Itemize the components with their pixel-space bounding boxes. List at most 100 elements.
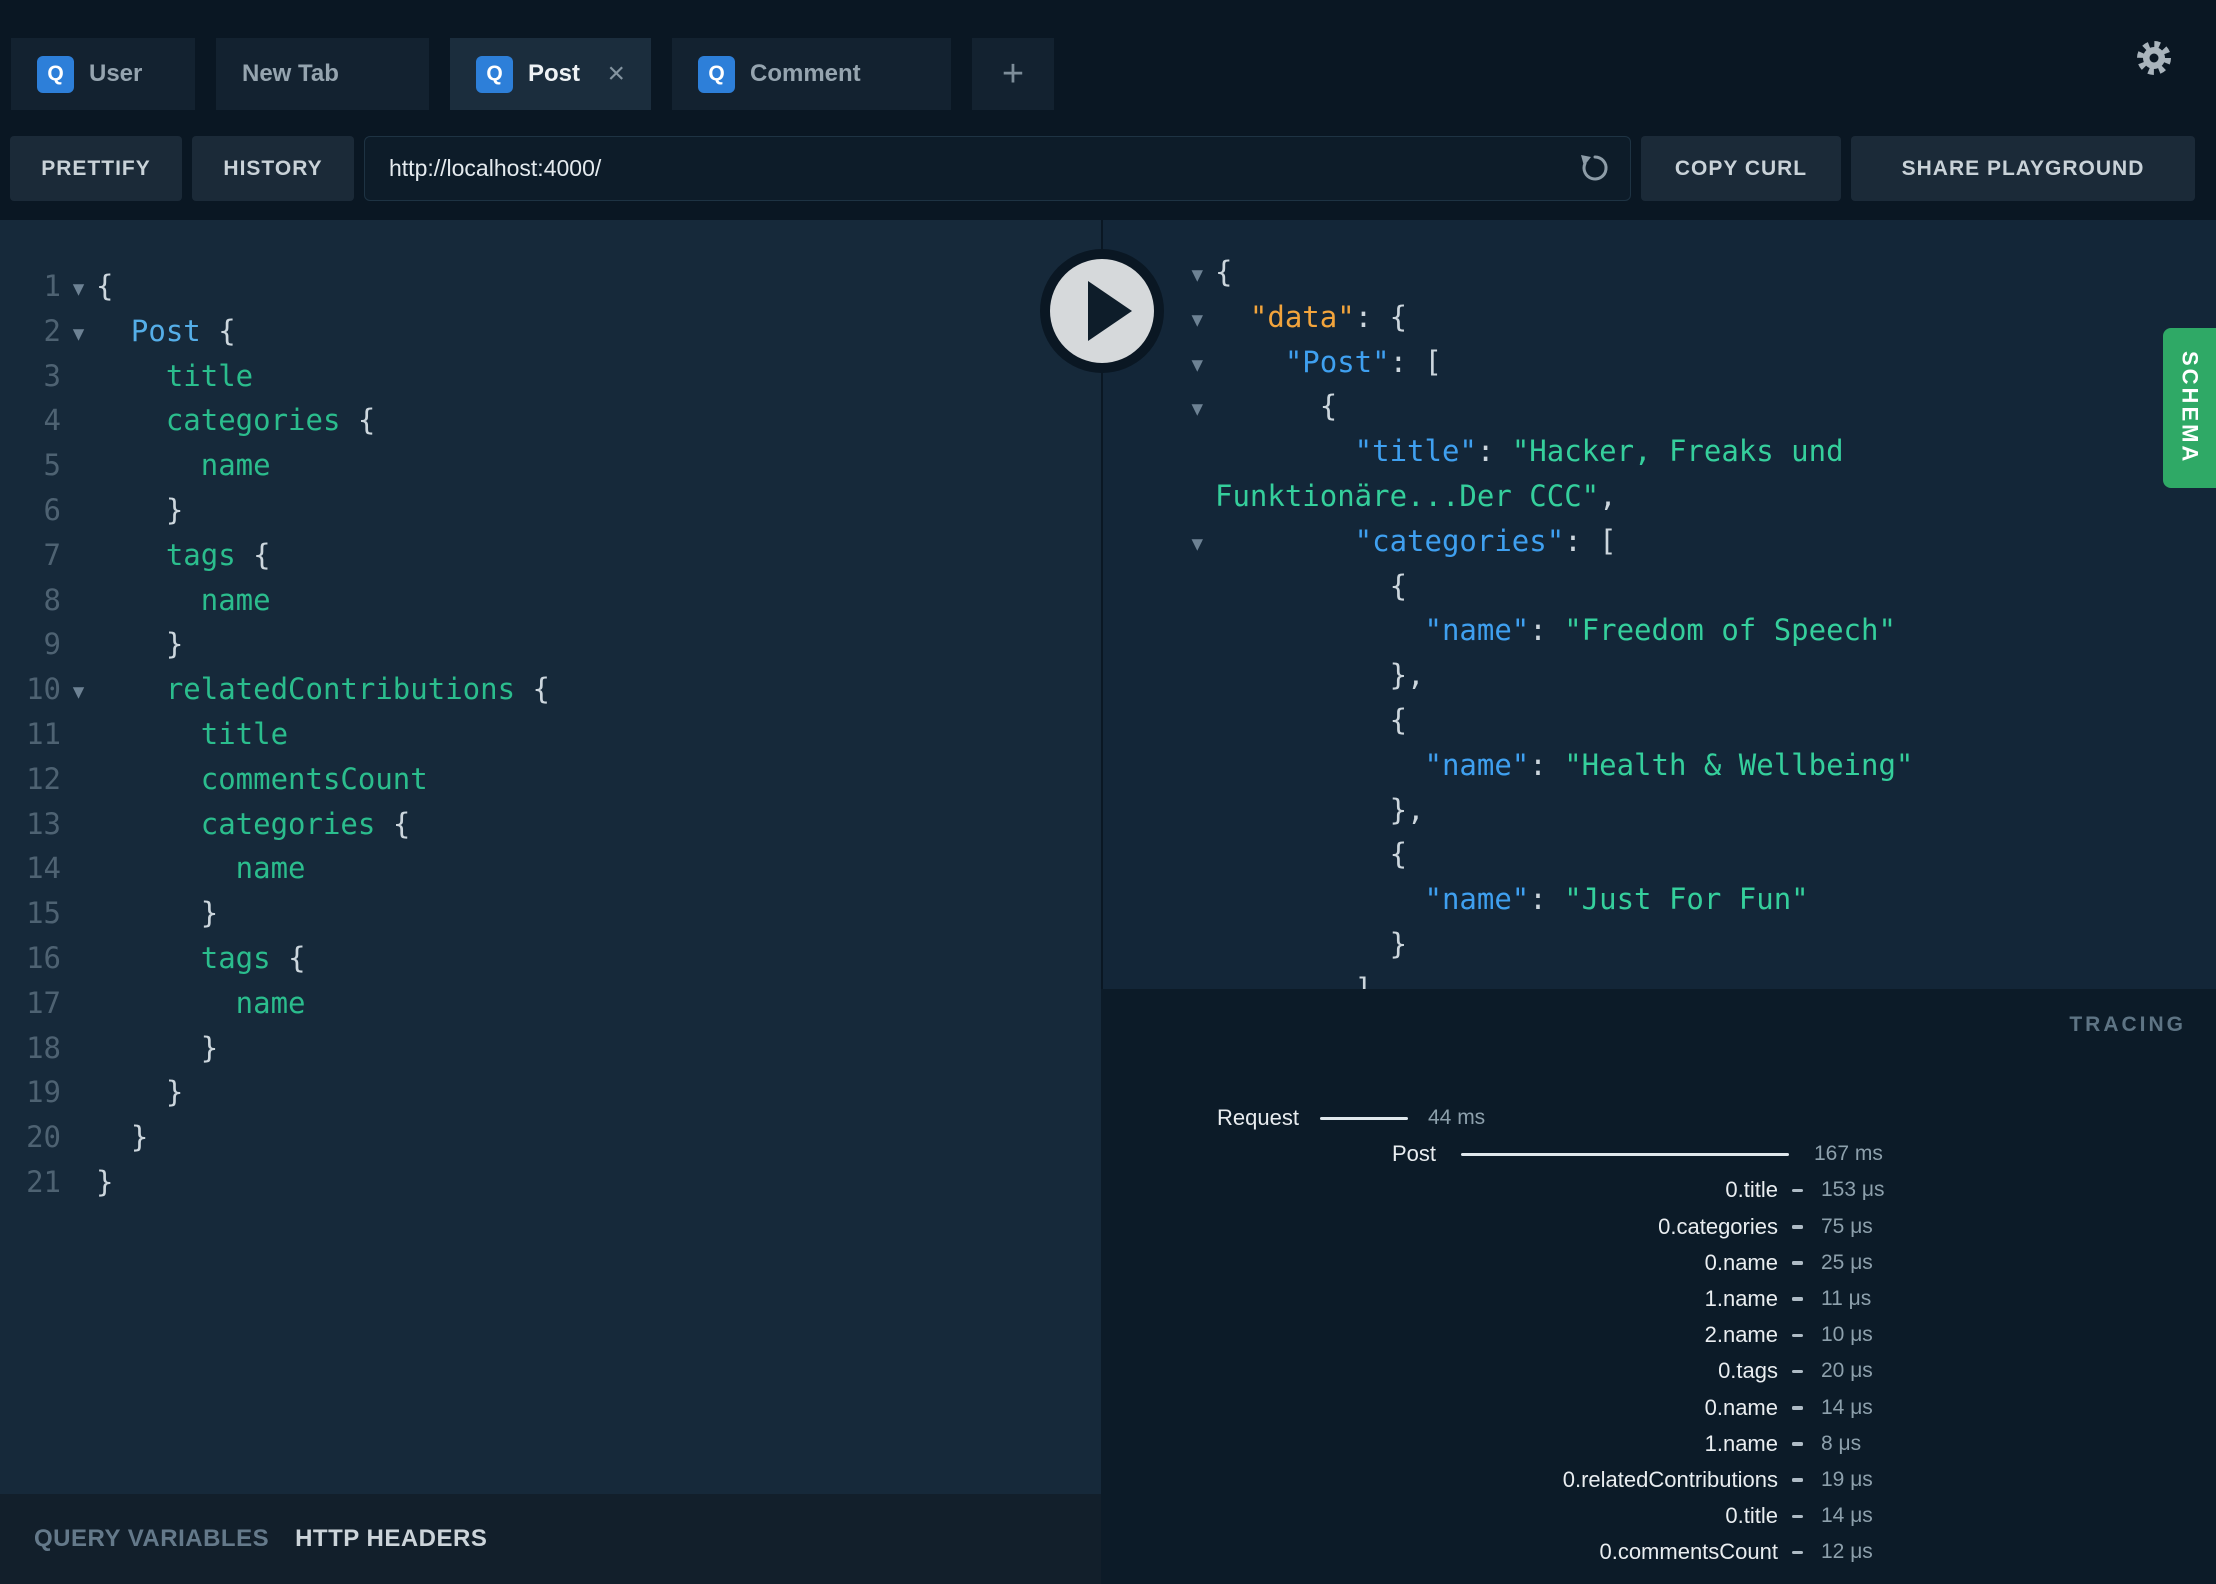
code-token: : { <box>1354 299 1408 334</box>
query-variables-tab[interactable]: QUERY VARIABLES <box>34 1525 269 1553</box>
tracing-rows: Request 44 ms Post 167 ms 0.title 153 μs 0.cat… <box>1101 1100 2216 1570</box>
toolbar: PRETTIFY HISTORY COPY CURL SHARE PLAYGRO… <box>10 136 2195 201</box>
line-number: 20 <box>26 1120 61 1155</box>
code-token: { <box>1215 255 1233 289</box>
code-line: "name": "Health & Wellbeing" <box>1165 743 2216 788</box>
code-token: categories <box>96 806 376 841</box>
code-token: Funktionäre...Der CCC" <box>1215 478 1600 513</box>
fold-arrow-icon[interactable]: ▾ <box>1165 522 1215 567</box>
reload-endpoint-icon[interactable] <box>1577 150 1613 186</box>
code-token: name <box>96 985 306 1020</box>
new-tab-button[interactable]: + <box>972 38 1054 110</box>
tracing-row: Request 44 ms <box>1101 1100 2216 1136</box>
code-line: ▾ { <box>1165 384 2216 429</box>
http-headers-tab[interactable]: HTTP HEADERS <box>295 1525 487 1553</box>
execute-query-button[interactable] <box>1040 249 1164 373</box>
tracing-duration-text: 44 ms <box>1428 1106 1486 1129</box>
tracing-duration-text: 12 μs <box>1821 1540 1873 1564</box>
code-token: { <box>1215 389 1338 424</box>
code-line: ] <box>1165 967 2216 989</box>
code-token: { <box>375 806 411 841</box>
line-number: 21 <box>26 1164 61 1199</box>
url-bar <box>364 136 1631 201</box>
share-playground-button[interactable]: SHARE PLAYGROUND <box>1851 136 2195 201</box>
fold-arrow-icon[interactable]: ▾ <box>1165 298 1215 343</box>
line-number: 18 <box>26 1030 61 1065</box>
code-token: title <box>96 358 254 393</box>
query-code: 1 ▾{2 ▾ Post {3 title 4 categories {5 name 6… <box>0 264 1101 1205</box>
history-button[interactable]: HISTORY <box>192 136 354 201</box>
endpoint-url-input[interactable] <box>364 136 1631 201</box>
code-line: 1 ▾{ <box>0 264 1101 309</box>
code-line: { <box>1165 564 2216 609</box>
fold-arrow-icon[interactable]: ▾ <box>1165 387 1215 432</box>
code-line: 9 } <box>0 622 1101 667</box>
settings-gear-icon[interactable] <box>2132 36 2176 80</box>
copy-curl-button[interactable]: COPY CURL <box>1641 136 1841 201</box>
code-line: 17 name <box>0 981 1101 1026</box>
line-number: 7 <box>43 537 61 572</box>
code-token: "Freedom of Speech" <box>1564 613 1896 648</box>
prettify-button[interactable]: PRETTIFY <box>10 136 182 201</box>
code-line: }, <box>1165 653 2216 698</box>
tracing-duration-bar <box>1792 1225 1803 1229</box>
tracing-field-label: 0.name <box>1704 1394 1778 1420</box>
code-line: "name": "Freedom of Speech" <box>1165 608 2216 653</box>
code-token: { <box>515 672 550 707</box>
tab-post[interactable]: Q Post × <box>450 38 651 110</box>
line-number: 14 <box>26 851 61 886</box>
tracing-row: 0.relatedContributions 19 μs <box>1101 1462 2216 1498</box>
response-code: ▾{▾ "data": {▾ "Post": [▾ { "title": "Ha… <box>1103 220 2216 989</box>
code-token: , <box>1599 478 1617 513</box>
code-token: }, <box>1215 658 1425 693</box>
code-token: { <box>1215 568 1408 603</box>
close-icon[interactable]: × <box>607 59 625 89</box>
tracing-duration-text: 14 μs <box>1821 1395 1873 1419</box>
tab-label: Comment <box>750 60 861 87</box>
tracing-row: Post 167 ms <box>1101 1136 2216 1172</box>
code-token: "Just For Fun" <box>1564 882 1809 917</box>
response-pane: ▾{▾ "data": {▾ "Post": [▾ { "title": "Ha… <box>1101 220 2216 989</box>
fold-arrow-icon[interactable]: ▾ <box>61 267 96 312</box>
tracing-field-label: Post <box>1391 1141 1436 1167</box>
tracing-field-label: 0.title <box>1725 1503 1778 1529</box>
code-token: "Post" <box>1215 344 1390 379</box>
code-line: Funktionäre...Der CCC", <box>1165 474 2216 519</box>
code-token: : [ <box>1389 344 1442 379</box>
code-line: }, <box>1165 788 2216 833</box>
tracing-duration-bar <box>1792 1333 1803 1338</box>
tracing-field-label: 1.name <box>1704 1430 1778 1456</box>
plus-icon: + <box>1001 52 1025 95</box>
code-line: 15 } <box>0 891 1101 936</box>
tab-new-tab[interactable]: New Tab <box>216 38 429 110</box>
fold-arrow-icon[interactable]: ▾ <box>61 670 96 715</box>
fold-arrow-icon[interactable]: ▾ <box>61 312 96 357</box>
tracing-duration-text: 14 μs <box>1821 1504 1873 1528</box>
tab-user[interactable]: Q User <box>11 38 195 110</box>
code-token: tags <box>96 537 236 572</box>
tab-comment[interactable]: Q Comment <box>672 38 951 110</box>
line-number: 19 <box>26 1075 61 1110</box>
fold-arrow-icon[interactable]: ▾ <box>1165 253 1215 298</box>
code-token: } <box>96 1075 184 1110</box>
schema-tab-label: SCHEMA <box>2177 351 2203 465</box>
code-token: { <box>270 940 306 975</box>
code-line: 3 title <box>0 354 1101 399</box>
line-number: 3 <box>43 358 61 393</box>
schema-tab[interactable]: SCHEMA <box>2163 328 2216 488</box>
fold-arrow-icon[interactable]: ▾ <box>1165 343 1215 388</box>
code-token: name <box>96 582 271 617</box>
tracing-duration-text: 75 μs <box>1821 1214 1873 1238</box>
tracing-field-label: 2.name <box>1704 1322 1778 1348</box>
code-line: "title": "Hacker, Freaks und <box>1165 429 2216 474</box>
code-line: 13 categories { <box>0 802 1101 847</box>
code-line: ▾ "data": { <box>1165 295 2216 340</box>
line-number: 10 <box>26 672 61 707</box>
tracing-duration-bar <box>1792 1514 1803 1519</box>
tracing-duration-text: 167 ms <box>1814 1142 1883 1166</box>
tracing-panel-header[interactable]: TRACING <box>2069 1013 2186 1037</box>
editor-bottom-bar: QUERY VARIABLES HTTP HEADERS <box>0 1494 1101 1584</box>
query-editor-pane[interactable]: 1 ▾{2 ▾ Post {3 title 4 categories {5 name 6… <box>0 220 1101 1494</box>
code-line: 7 tags { <box>0 533 1101 578</box>
line-number: 16 <box>26 940 61 975</box>
